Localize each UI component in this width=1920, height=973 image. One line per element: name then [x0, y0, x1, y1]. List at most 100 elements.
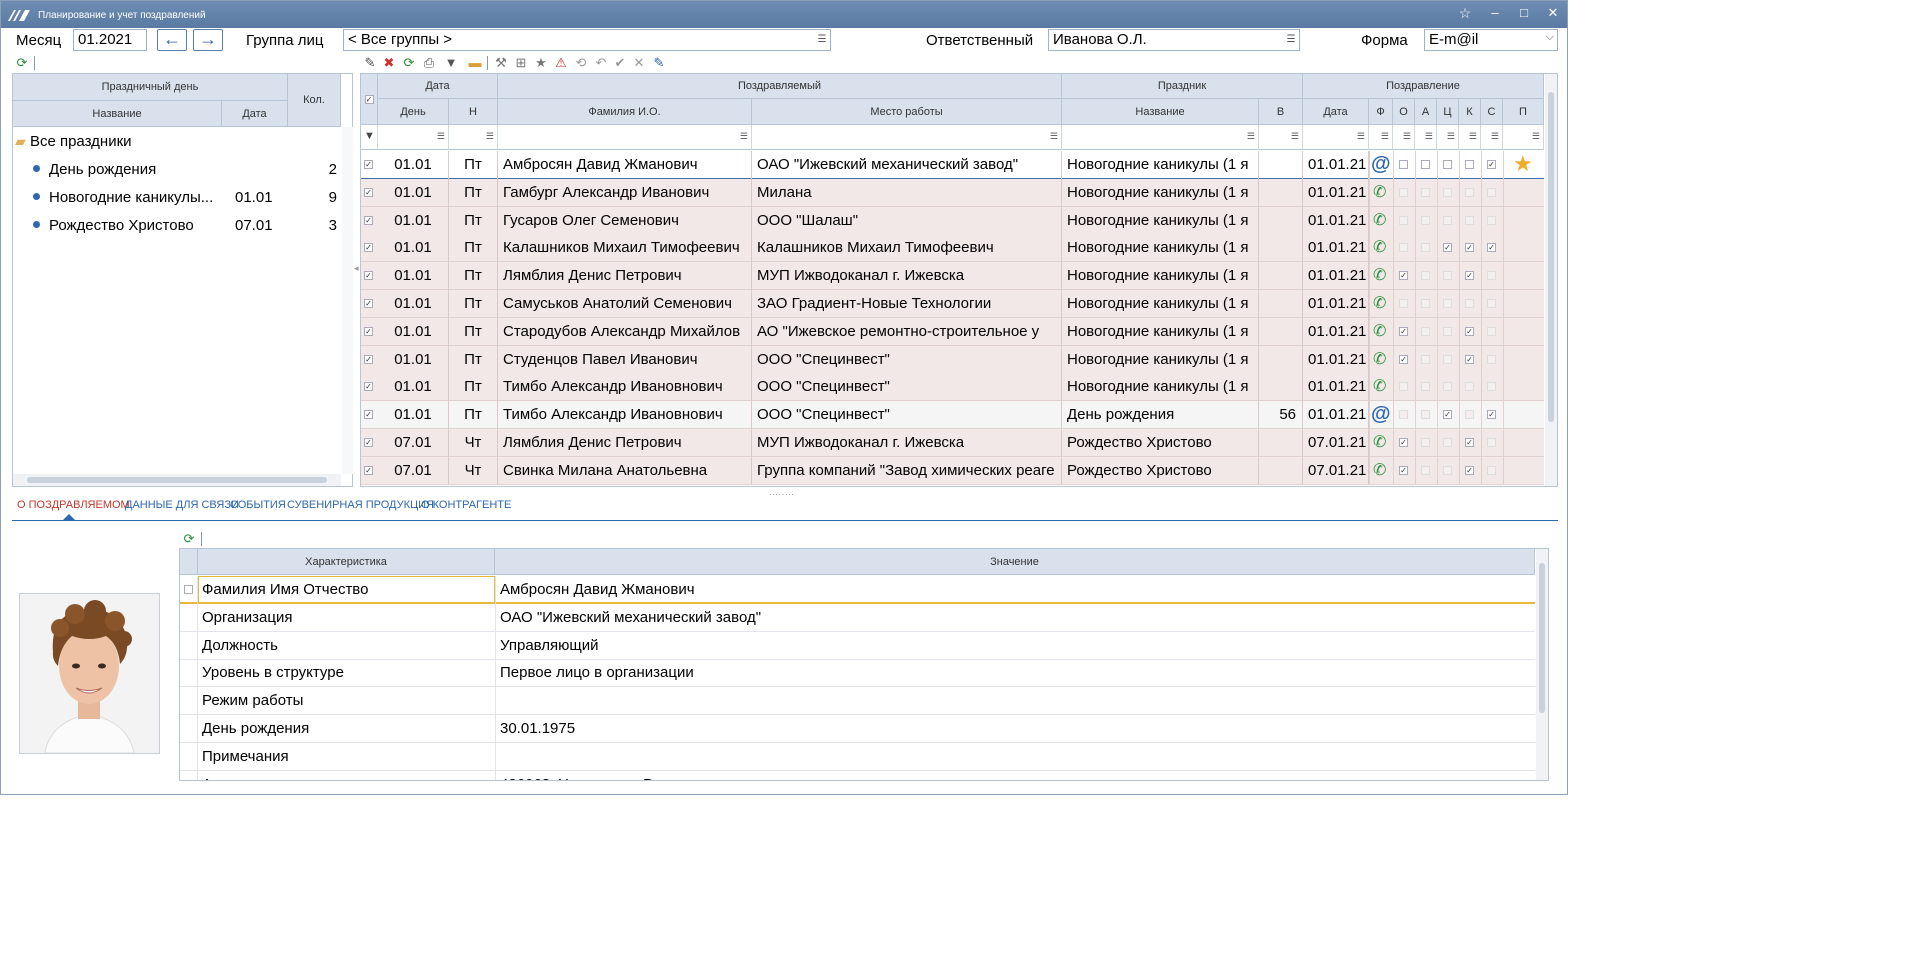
- refresh-icon[interactable]: ⟳: [14, 55, 30, 71]
- property-value[interactable]: 426063, Удмуртская Респ: [500, 771, 676, 780]
- form-select[interactable]: E-m@il ⌵: [1424, 29, 1558, 51]
- sync-icon[interactable]: ⟲: [573, 55, 589, 71]
- refresh-icon[interactable]: ⟳: [401, 55, 417, 71]
- status-checkbox-o[interactable]: ✓: [1399, 465, 1408, 475]
- value-header[interactable]: Значение: [495, 549, 1535, 575]
- status-checkbox-c[interactable]: [1443, 465, 1452, 475]
- row-checkbox[interactable]: ✓: [364, 410, 373, 420]
- name-header[interactable]: Название: [13, 101, 222, 127]
- status-checkbox-k[interactable]: [1465, 215, 1474, 225]
- filter-cell-o[interactable]: ☰: [1393, 125, 1415, 150]
- status-checkbox-c[interactable]: [1443, 438, 1452, 447]
- filter-cell-v[interactable]: ☰: [1259, 125, 1303, 150]
- table-row[interactable]: ✓ 01.01 Пт Тимбо Александр Ивановнович ООО "…: [361, 401, 1544, 430]
- splitter-grip[interactable]: ........: [769, 488, 795, 497]
- phone-icon[interactable]: ✆: [1373, 184, 1386, 201]
- filter-cell-cdate[interactable]: ☰: [1303, 125, 1369, 150]
- grid-vertical-scrollbar[interactable]: [1545, 74, 1557, 486]
- tab-1[interactable]: ДАННЫЕ ДЛЯ СВЯЗИ: [125, 499, 239, 511]
- status-checkbox-o[interactable]: ✓: [1399, 438, 1408, 447]
- status-checkbox-a[interactable]: [1421, 326, 1430, 336]
- phone-icon[interactable]: ✆: [1373, 462, 1386, 479]
- phone-icon[interactable]: ✆: [1373, 435, 1386, 451]
- column-header-work[interactable]: Место работы: [752, 99, 1062, 125]
- status-checkbox-o[interactable]: ✓: [1399, 326, 1408, 336]
- status-checkbox-o[interactable]: ✓: [1399, 354, 1408, 364]
- status-checkbox-o[interactable]: [1399, 382, 1408, 392]
- select-all-header[interactable]: ✓: [361, 74, 378, 125]
- status-checkbox-a[interactable]: [1421, 299, 1430, 308]
- responsible-select[interactable]: Иванова О.Л. ☰: [1048, 29, 1300, 51]
- folder-icon[interactable]: ▬: [467, 55, 483, 71]
- status-checkbox-s[interactable]: [1487, 326, 1496, 336]
- phone-icon[interactable]: ✆: [1373, 268, 1386, 284]
- phone-icon[interactable]: ✆: [1373, 379, 1386, 395]
- props-vertical-scrollbar[interactable]: [1536, 549, 1548, 780]
- status-checkbox-k[interactable]: ✓: [1465, 354, 1474, 364]
- filter-cell-c[interactable]: ☰: [1437, 125, 1459, 150]
- status-checkbox-a[interactable]: [1421, 438, 1430, 447]
- row-checkbox[interactable]: ✓: [364, 465, 373, 475]
- count-header[interactable]: Кол.: [288, 74, 341, 127]
- star-icon[interactable]: ★: [1513, 153, 1533, 175]
- wand-icon[interactable]: ⚒: [493, 55, 509, 71]
- column-header-p[interactable]: П: [1503, 99, 1544, 125]
- column-header-s[interactable]: С: [1481, 99, 1503, 125]
- status-checkbox-s[interactable]: [1487, 354, 1496, 364]
- tab-4[interactable]: О КОНТРАГЕНТЕ: [421, 499, 511, 511]
- vertical-scrollbar[interactable]: [342, 127, 353, 474]
- column-header-o[interactable]: О: [1393, 99, 1415, 125]
- table-row[interactable]: ✓ 07.01 Чт Свинка Милана Анатольевна Группа …: [361, 456, 1544, 485]
- property-row[interactable]: Фамилия Имя Отчество Амбросян Давид Жмано…: [180, 576, 1535, 604]
- person-alert-icon[interactable]: ⚠: [553, 55, 569, 71]
- property-row[interactable]: Должность Управляющий: [180, 631, 1535, 660]
- status-checkbox-k[interactable]: [1465, 160, 1474, 169]
- filter-cell-k[interactable]: ☰: [1459, 125, 1481, 150]
- phone-icon[interactable]: ✆: [1373, 212, 1386, 229]
- phone-icon[interactable]: ✆: [1373, 351, 1386, 368]
- filter-cell-p[interactable]: ☰: [1503, 125, 1544, 150]
- property-value[interactable]: 30.01.1975: [500, 715, 575, 742]
- close-button[interactable]: ✕: [1542, 4, 1564, 22]
- status-checkbox-s[interactable]: [1487, 187, 1496, 197]
- next-month-button[interactable]: →: [193, 29, 223, 51]
- table-row[interactable]: ✓ 01.01 Пт Стародубов Александр Михайлов АО …: [361, 317, 1544, 346]
- filter-cell-f[interactable]: ☰: [1369, 125, 1393, 150]
- status-checkbox-k[interactable]: [1465, 299, 1474, 308]
- status-checkbox-o[interactable]: ✓: [1399, 271, 1408, 281]
- column-header-fio[interactable]: Фамилия И.О.: [498, 99, 752, 125]
- table-row[interactable]: ✓ 01.01 Пт Амбросян Давид Жманович ОАО "Ижев…: [361, 151, 1544, 179]
- date-header[interactable]: Дата: [222, 101, 288, 127]
- email-icon[interactable]: @: [1371, 404, 1391, 424]
- column-header-a[interactable]: А: [1415, 99, 1437, 125]
- edit-icon[interactable]: ✎: [362, 55, 378, 71]
- status-checkbox-a[interactable]: [1421, 160, 1430, 169]
- property-value[interactable]: Управляющий: [500, 632, 599, 659]
- row-checkbox[interactable]: ✓: [364, 215, 373, 225]
- status-checkbox-k[interactable]: ✓: [1465, 243, 1474, 253]
- status-checkbox-k[interactable]: ✓: [1465, 271, 1474, 281]
- property-value[interactable]: Первое лицо в организации: [500, 659, 694, 686]
- delete-icon[interactable]: ✖: [381, 55, 397, 71]
- all-holidays-node[interactable]: ▰ Все праздники: [15, 133, 132, 150]
- row-checkbox[interactable]: ✓: [364, 354, 373, 364]
- filter-cell-fio[interactable]: ☰: [498, 125, 752, 150]
- row-checkbox[interactable]: ✓: [364, 382, 373, 392]
- table-row[interactable]: ✓ 01.01 Пт Студенцов Павел Иванович ООО "Спе…: [361, 345, 1544, 374]
- status-checkbox-o[interactable]: [1399, 160, 1408, 169]
- row-checkbox[interactable]: ✓: [364, 271, 373, 281]
- row-checkbox[interactable]: ✓: [364, 243, 373, 253]
- status-checkbox-o[interactable]: [1399, 187, 1408, 197]
- chevron-down-icon[interactable]: ⌵: [1546, 31, 1554, 44]
- status-checkbox-o[interactable]: [1399, 410, 1408, 420]
- status-checkbox-o[interactable]: [1399, 215, 1408, 225]
- group-select[interactable]: < Все группы > ☰: [343, 29, 831, 51]
- row-checkbox[interactable]: ✓: [364, 299, 373, 308]
- column-header-cdate[interactable]: Дата: [1303, 99, 1369, 125]
- undo-icon[interactable]: ↶: [593, 55, 609, 71]
- column-header-f[interactable]: Ф: [1369, 99, 1393, 125]
- status-checkbox-a[interactable]: [1421, 465, 1430, 475]
- table-row[interactable]: ✓ 01.01 Пт Самуськов Анатолий Семенович ЗАО …: [361, 290, 1544, 318]
- table-row[interactable]: ✓ 01.01 Пт Лямблия Денис Петрович МУП Ижводо…: [361, 262, 1544, 291]
- phone-icon[interactable]: ✆: [1373, 296, 1386, 312]
